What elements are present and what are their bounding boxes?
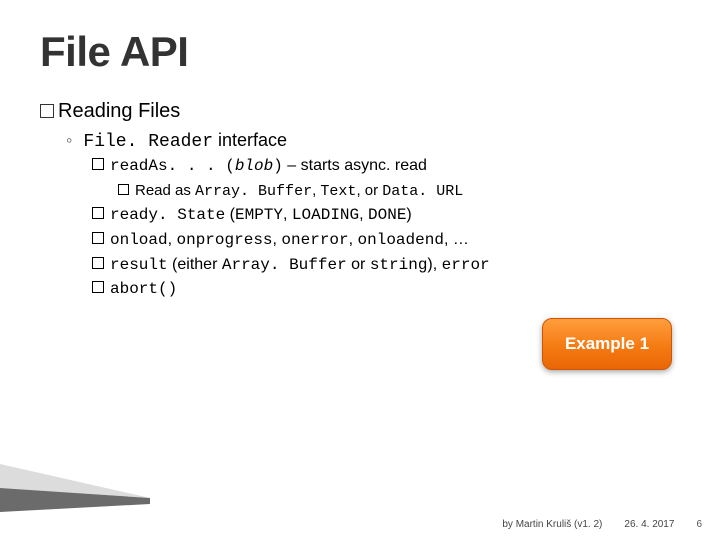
text-run: Array. Buffer bbox=[222, 256, 347, 274]
text-run: , or bbox=[356, 182, 382, 199]
text-run: , bbox=[359, 206, 368, 223]
section-suffix: Files bbox=[133, 100, 181, 122]
footer-page: 6 bbox=[696, 519, 702, 530]
list-item: onload, onprogress, onerror, onloadend, … bbox=[92, 228, 680, 253]
diamond-icon: ◦ bbox=[66, 130, 72, 150]
section-prefix: Reading bbox=[58, 100, 133, 122]
text-run: onprogress bbox=[177, 231, 273, 249]
text-run: readAs. . . ( bbox=[110, 157, 235, 175]
section-heading: Reading Files bbox=[40, 98, 680, 124]
text-run: Data. URL bbox=[382, 183, 463, 200]
text-run: abort() bbox=[110, 280, 177, 298]
list-item: result (either Array. Buffer or string),… bbox=[92, 253, 680, 278]
text-run: onload bbox=[110, 231, 168, 249]
text-run: (either bbox=[168, 256, 222, 273]
text-run: onerror bbox=[281, 231, 348, 249]
text-run: ), bbox=[427, 256, 441, 273]
text-run: ) bbox=[406, 206, 411, 223]
footer: by Martin Kruliš (v1. 2) 26. 4. 2017 6 bbox=[0, 519, 720, 530]
example-badge-label: Example 1 bbox=[565, 334, 649, 354]
text-run: Text bbox=[320, 183, 356, 200]
text-run: , bbox=[349, 231, 358, 248]
text-run: string bbox=[370, 256, 428, 274]
list-item: ready. State (EMPTY, LOADING, DONE) bbox=[92, 203, 680, 228]
interface-code: File. Reader bbox=[83, 132, 213, 152]
text-run: DONE bbox=[368, 206, 406, 224]
slide: File API Reading Files ◦ File. Reader in… bbox=[0, 0, 720, 540]
example-badge[interactable]: Example 1 bbox=[542, 318, 672, 370]
text-run: – starts async. read bbox=[283, 157, 427, 174]
text-run: Array. Buffer bbox=[195, 183, 312, 200]
text-run: blob bbox=[235, 157, 273, 175]
text-run: LOADING bbox=[292, 206, 359, 224]
text-run: error bbox=[442, 256, 490, 274]
text-run: ) bbox=[273, 157, 283, 175]
interface-line: ◦ File. Reader interface bbox=[66, 130, 680, 152]
decorative-wedge bbox=[0, 464, 150, 512]
text-run: Read as bbox=[135, 182, 195, 199]
text-run: , … bbox=[444, 231, 469, 248]
text-run: ready. State bbox=[110, 206, 225, 224]
text-run: , bbox=[283, 206, 292, 223]
text-run: or bbox=[347, 256, 370, 273]
list-item: readAs. . . (blob) – starts async. read R… bbox=[92, 154, 680, 203]
interface-suffix: interface bbox=[213, 130, 287, 150]
bullet-list: readAs. . . (blob) – starts async. read R… bbox=[92, 154, 680, 302]
inner-list: Read as Array. Buffer, Text, or Data. UR… bbox=[118, 179, 680, 203]
footer-author: by Martin Kruliš (v1. 2) bbox=[502, 519, 602, 530]
footer-date: 26. 4. 2017 bbox=[624, 519, 674, 530]
text-run: , bbox=[168, 231, 177, 248]
list-item: Read as Array. Buffer, Text, or Data. UR… bbox=[118, 179, 680, 203]
text-run: onloadend bbox=[358, 231, 444, 249]
text-run: EMPTY bbox=[235, 206, 283, 224]
text-run: ( bbox=[225, 206, 235, 223]
bullet-box-icon bbox=[40, 104, 54, 118]
list-item: abort() bbox=[92, 277, 680, 302]
page-title: File API bbox=[40, 28, 680, 76]
text-run: result bbox=[110, 256, 168, 274]
